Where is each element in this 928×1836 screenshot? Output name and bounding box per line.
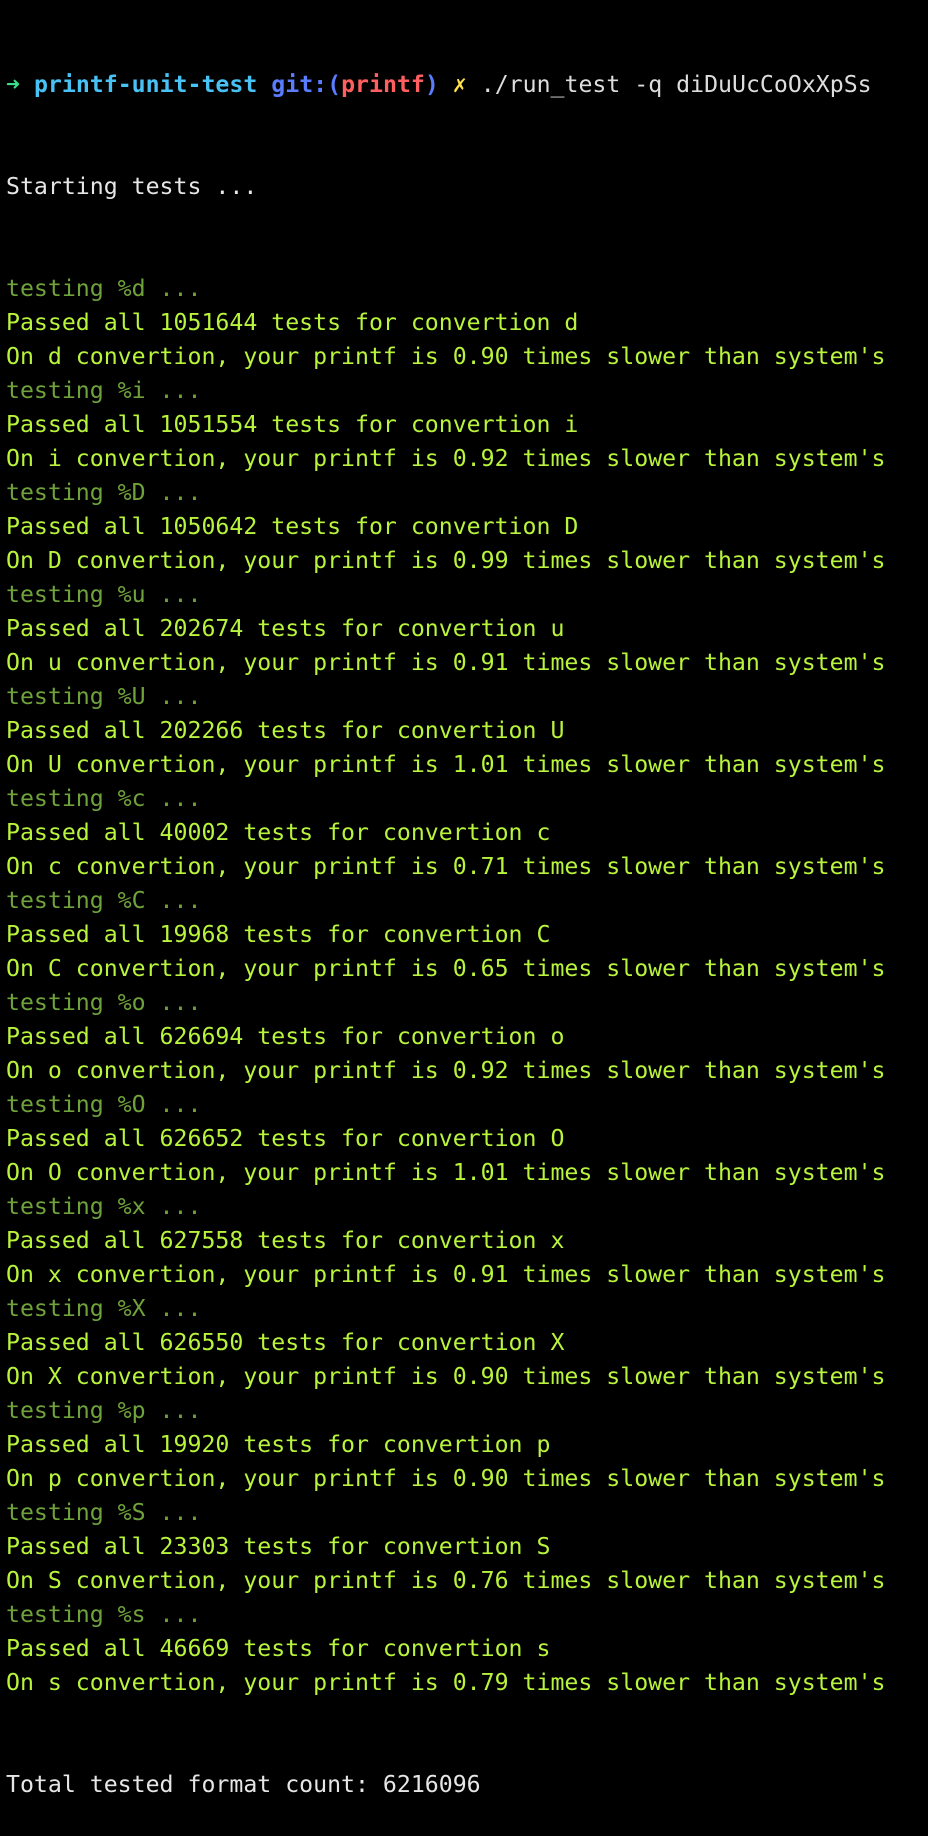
- speed-line: On U convertion, your printf is 1.01 tim…: [6, 751, 886, 778]
- speed-line: On u convertion, your printf is 0.91 tim…: [6, 649, 886, 676]
- speed-line: On D convertion, your printf is 0.99 tim…: [6, 547, 886, 574]
- passed-line: Passed all 1051554 tests for convertion …: [6, 411, 579, 438]
- prompt-git-label: git:: [271, 71, 328, 98]
- passed-line: Passed all 1051644 tests for convertion …: [6, 309, 579, 336]
- testing-line: testing %u ...: [6, 581, 202, 608]
- conversion-results: testing %d ... Passed all 1051644 tests f…: [6, 272, 928, 1700]
- testing-line: testing %U ...: [6, 683, 202, 710]
- testing-line: testing %p ...: [6, 1397, 202, 1424]
- prompt-directory: printf-unit-test: [33, 71, 258, 98]
- passed-line: Passed all 19920 tests for convertion p: [6, 1431, 551, 1458]
- passed-line: Passed all 40002 tests for convertion c: [6, 819, 551, 846]
- testing-line: testing %d ...: [6, 275, 202, 302]
- testing-line: testing %C ...: [6, 887, 202, 914]
- speed-line: On s convertion, your printf is 0.79 tim…: [6, 1669, 886, 1696]
- passed-line: Passed all 202266 tests for convertion U: [6, 717, 565, 744]
- prompt-branch-open: (: [327, 71, 342, 98]
- speed-line: On o convertion, your printf is 0.92 tim…: [6, 1057, 886, 1084]
- testing-line: testing %S ...: [6, 1499, 202, 1526]
- testing-line: testing %X ...: [6, 1295, 202, 1322]
- passed-line: Passed all 46669 tests for convertion s: [6, 1635, 551, 1662]
- speed-line: On S convertion, your printf is 0.76 tim…: [6, 1567, 886, 1594]
- prompt-arrow-icon: ➜: [6, 71, 20, 98]
- testing-line: testing %i ...: [6, 377, 202, 404]
- testing-line: testing %c ...: [6, 785, 202, 812]
- passed-line: Passed all 626694 tests for convertion o: [6, 1023, 565, 1050]
- passed-line: Passed all 1050642 tests for convertion …: [6, 513, 579, 540]
- speed-line: On O convertion, your printf is 1.01 tim…: [6, 1159, 886, 1186]
- dirty-mark-icon: ✗: [452, 71, 467, 98]
- passed-line: Passed all 202674 tests for convertion u: [6, 615, 565, 642]
- passed-line: Passed all 19968 tests for convertion C: [6, 921, 551, 948]
- speed-line: On X convertion, your printf is 0.90 tim…: [6, 1363, 886, 1390]
- testing-line: testing %D ...: [6, 479, 202, 506]
- passed-line: Passed all 626550 tests for convertion X: [6, 1329, 565, 1356]
- terminal-window[interactable]: ➜ printf-unit-test git:(printf) ✗ ./run_…: [6, 0, 928, 1836]
- starting-line: Starting tests ...: [6, 173, 258, 200]
- command-text[interactable]: ./run_test -q diDuUcCoOxXpSs: [481, 71, 872, 98]
- speed-line: On i convertion, your printf is 0.92 tim…: [6, 445, 886, 472]
- passed-line: Passed all 626652 tests for convertion O: [6, 1125, 565, 1152]
- testing-line: testing %x ...: [6, 1193, 202, 1220]
- prompt-branch-name: printf: [341, 71, 425, 98]
- speed-line: On c convertion, your printf is 0.71 tim…: [6, 853, 886, 880]
- speed-line: On x convertion, your printf is 0.91 tim…: [6, 1261, 886, 1288]
- passed-line: Passed all 627558 tests for convertion x: [6, 1227, 565, 1254]
- passed-line: Passed all 23303 tests for convertion S: [6, 1533, 551, 1560]
- testing-line: testing %s ...: [6, 1601, 202, 1628]
- prompt-branch-close: ): [424, 71, 439, 98]
- speed-line: On C convertion, your printf is 0.65 tim…: [6, 955, 886, 982]
- speed-line: On d convertion, your printf is 0.90 tim…: [6, 343, 886, 370]
- testing-line: testing %O ...: [6, 1091, 202, 1118]
- total-line: Total tested format count: 6216096: [6, 1771, 481, 1798]
- testing-line: testing %o ...: [6, 989, 202, 1016]
- prompt-line: ➜ printf-unit-test git:(printf) ✗ ./run_…: [6, 68, 928, 102]
- speed-line: On p convertion, your printf is 0.90 tim…: [6, 1465, 886, 1492]
